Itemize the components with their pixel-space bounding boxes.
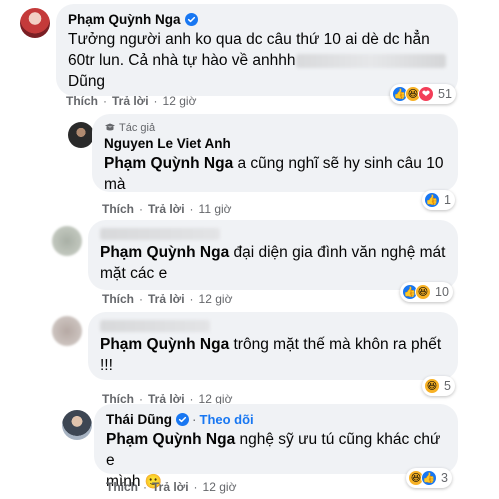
reaction-count: 1 bbox=[444, 193, 451, 207]
mention-link[interactable]: Phạm Quỳnh Nga bbox=[104, 155, 233, 172]
separator-dot: · bbox=[192, 412, 197, 427]
reaction-summary[interactable]: 👍 😆 ❤ 51 bbox=[390, 84, 456, 104]
separator-dot: · bbox=[153, 94, 158, 108]
like-button[interactable]: Thích bbox=[102, 202, 134, 216]
comment-3: Phạm Quỳnh Nga đại diện gia đình văn ngh… bbox=[0, 216, 499, 312]
comment-author[interactable]: Phạm Quỳnh Nga bbox=[68, 12, 446, 27]
comment-text: Phạm Quỳnh Nga a cũng nghĩ sẽ hy sinh câ… bbox=[104, 153, 446, 195]
separator-dot: · bbox=[139, 202, 143, 216]
comment-text-line: Phạm Quỳnh Nga đại diện gia đình văn ngh… bbox=[100, 242, 446, 263]
comment-4: Phạm Quỳnh Nga trông mặt thế mà khôn ra … bbox=[0, 312, 499, 408]
comment-text-line: Dũng bbox=[68, 73, 106, 90]
comment-text-line: !!! bbox=[100, 357, 113, 374]
separator-dot: · bbox=[139, 292, 143, 306]
comment-text-segment: đại diện gia đình văn nghệ mát bbox=[229, 244, 446, 261]
comment-author[interactable] bbox=[100, 228, 446, 240]
separator-dot: · bbox=[189, 292, 194, 306]
comment-actions: Thích · Trả lời · 12 giờ bbox=[106, 480, 236, 494]
like-button[interactable]: Thích bbox=[102, 292, 134, 306]
reaction-count: 51 bbox=[438, 87, 452, 101]
author-name[interactable]: Nguyen Le Viet Anh bbox=[104, 136, 231, 151]
mention-link[interactable]: Phạm Quỳnh Nga bbox=[100, 336, 229, 353]
comment-bubble: Tác giả Nguyen Le Viet Anh Phạm Quỳnh Ng… bbox=[92, 114, 458, 195]
comment-text-segment: 60tr lun. Cả nhà tự hào về anhhh bbox=[68, 52, 296, 69]
verified-badge-icon bbox=[184, 13, 198, 26]
comment-text: Tưởng người anh ko qua dc câu thứ 10 ai … bbox=[68, 29, 446, 92]
separator-dot: · bbox=[143, 480, 147, 494]
like-icon: 👍 bbox=[421, 470, 437, 486]
verified-badge-icon bbox=[176, 413, 189, 426]
comment-bubble: Phạm Quỳnh Nga đại diện gia đình văn ngh… bbox=[88, 220, 458, 290]
haha-icon: 😆 bbox=[424, 378, 440, 394]
author-tag-label: Tác giả bbox=[119, 122, 156, 134]
like-button[interactable]: Thích bbox=[106, 480, 138, 494]
like-button[interactable]: Thích bbox=[66, 94, 98, 108]
reaction-count: 5 bbox=[444, 379, 451, 393]
mention-link[interactable]: Phạm Quỳnh Nga bbox=[100, 244, 229, 261]
comment-actions: Thích · Trả lời · 12 giờ bbox=[66, 94, 196, 108]
follow-button[interactable]: Theo dõi bbox=[200, 412, 254, 427]
reaction-summary[interactable]: 👍 1 bbox=[422, 190, 455, 210]
separator-dot: · bbox=[103, 94, 107, 108]
blurred-author-name bbox=[100, 320, 210, 332]
comment-5: Thái Dũng · Theo dõi Phạm Quỳnh Nga nghệ… bbox=[0, 404, 499, 499]
comment-2: Tác giả Nguyen Le Viet Anh Phạm Quỳnh Ng… bbox=[0, 112, 499, 216]
haha-icon: 😆 bbox=[415, 284, 431, 300]
comment-text-line: Phạm Quỳnh Nga a cũng nghĩ sẽ hy sinh câ… bbox=[104, 153, 446, 174]
author-name[interactable]: Thái Dũng bbox=[106, 412, 172, 427]
comment-text-line: mà bbox=[104, 176, 126, 193]
comment-bubble: Phạm Quỳnh Nga trông mặt thế mà khôn ra … bbox=[88, 312, 458, 380]
reaction-summary[interactable]: 😆 5 bbox=[422, 376, 455, 396]
timestamp[interactable]: 12 giờ bbox=[199, 292, 233, 306]
reply-button[interactable]: Trả lời bbox=[148, 292, 185, 306]
comment-actions: Thích · Trả lời · 11 giờ bbox=[102, 202, 232, 216]
reaction-count: 3 bbox=[441, 471, 448, 485]
separator-dot: · bbox=[189, 202, 194, 216]
comment-text-line: mặt các e bbox=[100, 265, 168, 282]
comment-bubble: Phạm Quỳnh Nga Tưởng người anh ko qua dc… bbox=[56, 4, 458, 96]
blurred-text bbox=[295, 53, 446, 68]
avatar[interactable] bbox=[52, 316, 82, 346]
reply-button[interactable]: Trả lời bbox=[112, 94, 149, 108]
timestamp[interactable]: 11 giờ bbox=[199, 202, 232, 216]
comment-text: Phạm Quỳnh Nga đại diện gia đình văn ngh… bbox=[100, 242, 446, 284]
reaction-count: 10 bbox=[435, 285, 449, 299]
like-icon: 👍 bbox=[424, 192, 440, 208]
mention-link[interactable]: Phạm Quỳnh Nga bbox=[106, 431, 235, 448]
comment-author[interactable]: Thái Dũng · Theo dõi bbox=[106, 412, 446, 427]
reply-button[interactable]: Trả lời bbox=[148, 202, 185, 216]
comment-actions: Thích · Trả lời · 12 giờ bbox=[102, 292, 232, 306]
timestamp[interactable]: 12 giờ bbox=[203, 480, 237, 494]
avatar[interactable] bbox=[20, 8, 50, 38]
comment-text-segment: trông mặt thế mà khôn ra phết bbox=[229, 336, 442, 353]
comment-text-line: Tưởng người anh ko qua dc câu thứ 10 ai … bbox=[68, 31, 430, 48]
blurred-author-name bbox=[100, 228, 220, 240]
comment-text-line: 60tr lun. Cả nhà tự hào về anhhh bbox=[68, 50, 446, 71]
comment-author[interactable] bbox=[100, 320, 446, 332]
separator-dot: · bbox=[193, 480, 198, 494]
comment-text-line: Phạm Quỳnh Nga trông mặt thế mà khôn ra … bbox=[100, 334, 446, 355]
comment-bubble: Thái Dũng · Theo dõi Phạm Quỳnh Nga nghệ… bbox=[94, 404, 458, 490]
avatar[interactable] bbox=[68, 122, 94, 148]
reply-button[interactable]: Trả lời bbox=[152, 480, 189, 494]
love-icon: ❤ bbox=[418, 86, 434, 102]
reaction-summary[interactable]: 😆 👍 3 bbox=[406, 468, 452, 488]
reaction-summary[interactable]: 👍 😆 10 bbox=[400, 282, 453, 302]
author-tag: Tác giả bbox=[104, 122, 446, 134]
avatar[interactable] bbox=[52, 226, 82, 256]
author-tag-icon bbox=[105, 123, 115, 131]
comment-author[interactable]: Nguyen Le Viet Anh bbox=[104, 136, 446, 151]
comment-text: Phạm Quỳnh Nga trông mặt thế mà khôn ra … bbox=[100, 334, 446, 376]
timestamp[interactable]: 12 giờ bbox=[163, 94, 197, 108]
author-name[interactable]: Phạm Quỳnh Nga bbox=[68, 12, 181, 27]
comment-1: Phạm Quỳnh Nga Tưởng người anh ko qua dc… bbox=[0, 0, 499, 112]
avatar[interactable] bbox=[62, 410, 92, 440]
comment-text-segment: a cũng nghĩ sẽ hy sinh câu 10 bbox=[233, 155, 444, 172]
comment-text-line: Phạm Quỳnh Nga nghệ sỹ ưu tú cũng khác c… bbox=[106, 429, 446, 471]
